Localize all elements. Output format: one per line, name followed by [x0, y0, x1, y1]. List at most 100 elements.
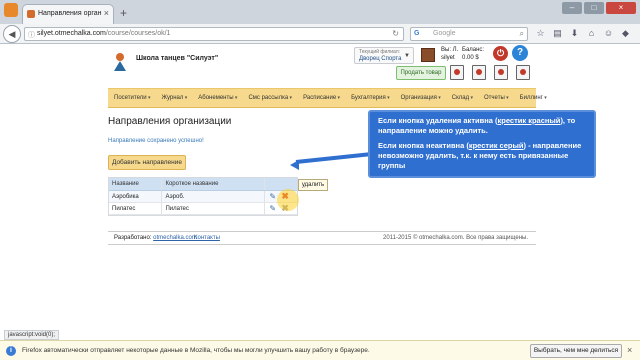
table-header: Название Короткое название	[109, 178, 297, 191]
favicon-icon	[27, 10, 35, 18]
sell-product-button[interactable]: Продать товар	[396, 66, 446, 80]
url-path: /course/courses/ok/1	[105, 30, 171, 37]
callout-paragraph-inactive: Если кнопка неактивна (крестик серый) - …	[378, 141, 586, 171]
site-info-icon[interactable]: ⓘ	[28, 30, 35, 40]
browser-tab[interactable]: Направления организаци... ×	[22, 4, 114, 24]
close-tab-icon[interactable]: ×	[104, 8, 109, 18]
expense-icon[interactable]	[494, 65, 508, 80]
menu-item-subscriptions[interactable]: Абонементы	[198, 95, 237, 101]
main-menu: Посетители Журнал Абонементы Смс рассылк…	[108, 88, 543, 108]
edit-pencil-icon[interactable]: ✎	[269, 204, 276, 213]
browser-nav-bar: ◀ ⓘ silyet.otmechalka.com/course/courses…	[0, 24, 640, 44]
menu-item-warehouse[interactable]: Склад	[452, 95, 473, 101]
search-placeholder: Google	[433, 30, 456, 37]
menu-item-visitors[interactable]: Посетители	[114, 95, 150, 101]
menu-item-sms[interactable]: Смс рассылка	[248, 95, 292, 101]
callout-p2-link: крестик серый	[468, 141, 524, 150]
delete-tooltip: удалить	[298, 179, 328, 191]
branch-label: Текущий филиал:	[359, 49, 401, 55]
download-icon[interactable]: ⬇	[568, 27, 581, 40]
reload-icon[interactable]: ↻	[392, 29, 399, 38]
back-icon[interactable]: ◀	[3, 25, 21, 43]
help-icon[interactable]: ?	[512, 45, 528, 61]
menu-item-journal[interactable]: Журнал	[161, 95, 187, 101]
bookmark-star-icon[interactable]: ☆	[534, 27, 547, 40]
status-bar-url: javascript:void(0);	[4, 330, 60, 340]
url-text: silyet.otmechalka.com/course/courses/ok/…	[37, 30, 170, 37]
site-name: Школа танцев "Силуэт"	[136, 55, 219, 62]
menu-item-billing[interactable]: Биллинг	[520, 95, 547, 101]
callout-arrow-head	[290, 160, 299, 170]
menu-item-accounting[interactable]: Бухгалтерия	[351, 95, 390, 101]
minimize-icon[interactable]: –	[562, 2, 582, 14]
footer-contacts-link[interactable]: Контакты	[194, 235, 220, 241]
row-name: Аэробика	[109, 191, 163, 202]
success-message: Направление сохранено успешно!	[108, 138, 204, 144]
info-icon: i	[6, 346, 16, 356]
footer-developer-link[interactable]: otmechalka.com	[153, 235, 197, 241]
column-header-actions	[265, 178, 297, 190]
footer-copyright: 2011-2015 © otmechalka.com. Все права за…	[383, 235, 528, 241]
address-bar[interactable]: ⓘ silyet.otmechalka.com/course/courses/o…	[24, 27, 404, 41]
notification-text: Firefox автоматически отправляет некотор…	[22, 347, 370, 354]
cursor-highlight	[277, 189, 299, 211]
avatar	[421, 48, 435, 62]
row-short-name: Пилатес	[162, 203, 266, 214]
home-icon[interactable]: ⌂	[585, 27, 598, 40]
choose-sharing-button[interactable]: Выбрать, чем мне делиться	[530, 344, 622, 358]
branch-value: Дворец Спорта	[359, 56, 402, 62]
callout-paragraph-active: Если кнопка удаления активна (крестик кр…	[378, 116, 586, 136]
table-row: Пилатес Пилатес ✎ ✖	[109, 203, 297, 215]
directions-table: Название Короткое название Аэробика Аэро…	[108, 177, 298, 216]
edit-pencil-icon[interactable]: ✎	[269, 192, 276, 201]
branch-select[interactable]: Текущий филиал: Дворец Спорта ▼	[354, 47, 414, 64]
page-content: Школа танцев "Силуэт" Текущий филиал: Дв…	[0, 45, 640, 337]
url-host: silyet.otmechalka.com	[37, 30, 106, 37]
callout-p1-before: Если кнопка удаления активна (	[378, 116, 498, 125]
menu-item-reports[interactable]: Отчеты	[484, 95, 509, 101]
footer-developer: Разработано: otmechalka.com	[114, 235, 197, 241]
menu-item-schedule[interactable]: Расписание	[303, 95, 340, 101]
tab-title: Направления организаци...	[38, 10, 102, 17]
print-icon[interactable]	[516, 65, 530, 80]
column-header-short-name[interactable]: Короткое название	[162, 178, 266, 190]
callout-p1-link: крестик красный	[497, 116, 561, 125]
search-engine-icon[interactable]: G	[414, 30, 419, 37]
shop-shortcuts	[450, 65, 530, 80]
new-tab-icon[interactable]: +	[120, 6, 127, 20]
column-header-name[interactable]: Название	[109, 178, 163, 190]
browser-tab-bar: Направления организаци... × + – □ ×	[0, 0, 640, 24]
footer-dev-label: Разработано:	[114, 235, 152, 241]
user-name: Вы: Л.	[441, 47, 459, 53]
logout-power-icon[interactable]: ⏻	[493, 46, 508, 61]
balance-label: Баланс:	[462, 47, 485, 53]
search-icon[interactable]: ⌕	[520, 29, 524, 39]
annotation-callout: Если кнопка удаления активна (крестик кр…	[368, 110, 596, 178]
callout-p2-before: Если кнопка неактивна (	[378, 141, 469, 150]
page-title: Направления организации	[108, 116, 232, 127]
page-footer: Разработано: otmechalka.com Контакты 201…	[108, 231, 536, 245]
close-notification-icon[interactable]: ×	[627, 345, 632, 355]
reading-list-icon[interactable]: ▤	[551, 27, 564, 40]
row-short-name: Аэроб.	[162, 191, 266, 202]
menu-icon[interactable]: ≡	[636, 27, 640, 40]
income-icon[interactable]	[472, 65, 486, 80]
maximize-icon[interactable]: □	[584, 2, 604, 14]
balance-value: 0.00 $	[462, 55, 479, 61]
notification-bar: i Firefox автоматически отправляет некот…	[0, 340, 640, 360]
menu-item-organization[interactable]: Организация	[401, 95, 441, 101]
close-window-icon[interactable]: ×	[606, 2, 636, 14]
firefox-menu-icon[interactable]	[4, 3, 18, 17]
window-controls: – □ ×	[562, 2, 636, 14]
addon-icon[interactable]: ◆	[619, 27, 632, 40]
row-name: Пилатес	[109, 203, 163, 214]
search-bar[interactable]: G Google ⌕	[410, 27, 528, 41]
user-login: silyet	[441, 55, 455, 61]
pocket-icon[interactable]: ☺	[602, 27, 615, 40]
toolbar-icons: ☆ ▤ ⬇ ⌂ ☺ ◆ ≡	[534, 27, 640, 40]
chevron-down-icon: ▼	[404, 53, 410, 59]
school-logo-icon	[114, 53, 126, 71]
cashbox-icon[interactable]	[450, 65, 464, 80]
table-row: Аэробика Аэроб. ✎ ✖	[109, 191, 297, 203]
add-direction-button[interactable]: Добавить направление	[108, 155, 186, 170]
